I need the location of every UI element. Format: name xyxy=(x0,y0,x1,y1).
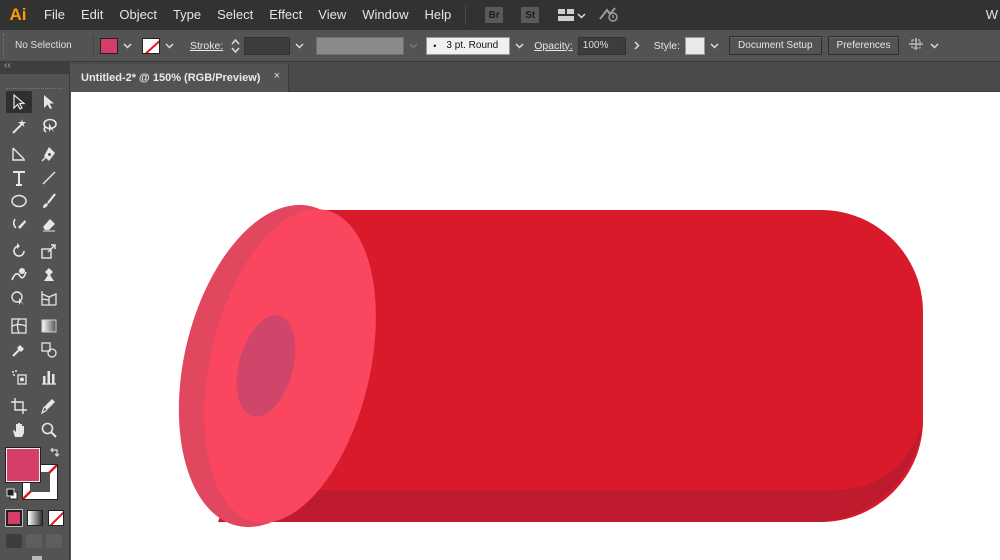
fill-dropdown-chevron-icon[interactable] xyxy=(120,37,134,55)
perspective-grid-tool-icon[interactable] xyxy=(36,287,62,309)
rotate-tool-icon[interactable] xyxy=(6,240,32,262)
preferences-button[interactable]: Preferences xyxy=(827,36,900,55)
zoom-tool-icon[interactable] xyxy=(36,419,62,441)
selection-status: No Selection xyxy=(15,40,72,51)
stroke-weight-chevron-icon[interactable] xyxy=(292,37,306,55)
line-segment-tool-icon[interactable] xyxy=(6,143,32,165)
brush-definition-field[interactable]: • 3 pt. Round xyxy=(426,36,511,55)
variable-width-profile[interactable] xyxy=(316,36,405,55)
brush-definition-value: 3 pt. Round xyxy=(446,40,499,51)
draw-behind-icon[interactable] xyxy=(26,534,42,548)
menu-file[interactable]: File xyxy=(36,0,73,30)
color-mode-button[interactable] xyxy=(5,509,23,527)
opacity-chevron-right-icon[interactable] xyxy=(630,37,644,55)
stroke-weight-spinner-icon[interactable] xyxy=(229,36,241,56)
opacity-input[interactable]: 100% xyxy=(577,36,626,55)
slice-tool-icon[interactable] xyxy=(36,395,62,417)
warp-tool-icon[interactable] xyxy=(6,264,32,286)
draw-inside-icon[interactable] xyxy=(46,534,62,548)
shaper-tool-icon[interactable] xyxy=(6,213,32,235)
document-tab-strip: Untitled-2* @ 150% (RGB/Preview) × xyxy=(71,62,1000,92)
hand-tool-icon[interactable] xyxy=(6,419,32,441)
style-label: Style: xyxy=(653,39,681,52)
symbol-sprayer-tool-icon[interactable] xyxy=(6,366,32,388)
align-to-selection-icon[interactable] xyxy=(907,36,925,55)
document-tab-title: Untitled-2* @ 150% (RGB/Preview) xyxy=(81,72,261,84)
brush-dot-icon: • xyxy=(433,40,437,51)
eyedropper-tool-icon[interactable] xyxy=(6,339,32,361)
style-chevron-icon[interactable] xyxy=(707,37,721,55)
menu-bar: Ai File Edit Object Type Select Effect V… xyxy=(0,0,1000,30)
close-icon[interactable]: × xyxy=(274,70,280,82)
fill-color-swatch[interactable] xyxy=(100,37,118,54)
menu-help[interactable]: Help xyxy=(416,0,459,30)
stroke-label[interactable]: Stroke: xyxy=(190,40,223,52)
direct-selection-tool-icon[interactable] xyxy=(36,91,62,113)
gpu-performance-icon[interactable] xyxy=(598,6,620,25)
gradient-mode-button[interactable] xyxy=(27,510,43,526)
lasso-tool-icon[interactable] xyxy=(36,115,62,137)
artboard-canvas[interactable] xyxy=(71,92,1000,560)
opacity-label[interactable]: Opacity: xyxy=(534,40,573,52)
stroke-dropdown-chevron-icon[interactable] xyxy=(162,37,176,55)
document-tab[interactable]: Untitled-2* @ 150% (RGB/Preview) × xyxy=(71,64,289,92)
divider xyxy=(93,34,94,57)
ellipse-tool-icon[interactable] xyxy=(6,190,32,212)
stroke-weight-input[interactable] xyxy=(244,36,291,55)
workspace-switcher[interactable]: W xyxy=(986,0,1000,30)
shape-builder-tool-icon[interactable] xyxy=(6,287,32,309)
tools-panel xyxy=(0,74,70,560)
swap-fill-stroke-icon[interactable] xyxy=(48,447,60,463)
magic-wand-tool-icon[interactable] xyxy=(6,115,32,137)
none-mode-button[interactable] xyxy=(48,510,64,526)
menu-type[interactable]: Type xyxy=(165,0,209,30)
column-graph-tool-icon[interactable] xyxy=(36,366,62,388)
draw-modes xyxy=(6,534,66,550)
control-bar-grip[interactable] xyxy=(3,33,9,58)
graphic-style-swatch[interactable] xyxy=(685,36,706,55)
gradient-tool-icon[interactable] xyxy=(36,315,62,337)
stroke-color-swatch[interactable] xyxy=(142,37,160,54)
control-bar: No Selection Stroke: • 3 pt. Round Opaci… xyxy=(0,30,1000,62)
scale-tool-icon[interactable] xyxy=(36,240,62,262)
collapse-panel-icon[interactable]: ‹‹ xyxy=(4,60,11,71)
tools-panel-header[interactable]: ‹‹ xyxy=(0,60,70,74)
blend-tool-icon[interactable] xyxy=(36,339,62,361)
puppet-warp-tool-icon[interactable] xyxy=(36,264,62,286)
artwork xyxy=(178,204,924,528)
menu-divider xyxy=(465,5,467,25)
menu-view[interactable]: View xyxy=(310,0,354,30)
brush-chevron-icon[interactable] xyxy=(512,37,526,55)
line-tool-icon[interactable] xyxy=(36,167,62,189)
draw-normal-icon[interactable] xyxy=(6,534,22,548)
chevron-down-icon[interactable] xyxy=(577,8,586,22)
mesh-tool-icon[interactable] xyxy=(6,315,32,337)
fill-swatch-large[interactable] xyxy=(5,447,41,483)
menu-object[interactable]: Object xyxy=(111,0,165,30)
stock-button[interactable]: St xyxy=(521,7,540,23)
menu-edit[interactable]: Edit xyxy=(73,0,111,30)
artboard-tool-icon[interactable] xyxy=(6,395,32,417)
selection-tool-icon[interactable] xyxy=(6,91,32,113)
paintbrush-tool-icon[interactable] xyxy=(36,190,62,212)
menu-select[interactable]: Select xyxy=(209,0,261,30)
control-bar-menu-chevron-icon[interactable] xyxy=(927,37,941,55)
document-setup-button[interactable]: Document Setup xyxy=(729,36,822,55)
menu-window[interactable]: Window xyxy=(354,0,416,30)
screen-mode-icon[interactable] xyxy=(32,556,42,560)
type-tool-icon[interactable] xyxy=(6,167,32,189)
eraser-tool-icon[interactable] xyxy=(36,213,62,235)
profile-chevron-icon[interactable] xyxy=(406,37,420,55)
menu-effect[interactable]: Effect xyxy=(261,0,310,30)
bridge-button[interactable]: Br xyxy=(485,7,504,23)
app-logo: Ai xyxy=(9,5,27,24)
default-fill-stroke-icon[interactable] xyxy=(6,488,18,503)
arrange-documents-icon[interactable] xyxy=(557,7,575,23)
pen-tool-icon[interactable] xyxy=(36,143,62,165)
